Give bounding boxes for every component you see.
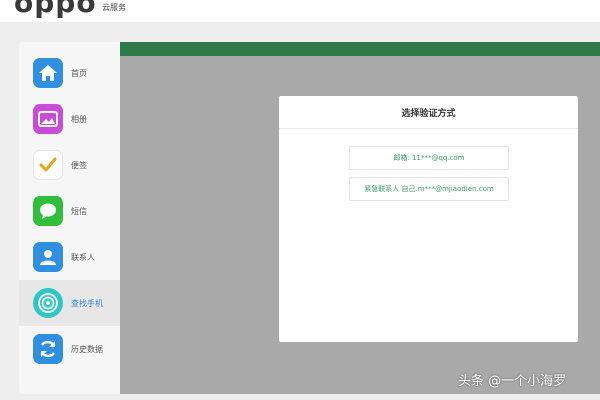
main-content-overlay: 选择验证方式 邮箱: 11***@qq.com 紧急联系人 自己.m***@mj… [120, 42, 600, 394]
sidebar-item-messages[interactable]: 短信 [19, 188, 120, 234]
top-accent-bar [120, 42, 600, 56]
note-check-icon [33, 150, 63, 180]
sidebar-item-label: 相册 [71, 114, 87, 124]
sidebar: 首页 相册 便签 短信 联系人 查找手机 历史数据 [19, 42, 120, 394]
app-header: oppo 云服务 [0, 0, 600, 22]
verify-option-email[interactable]: 邮箱: 11***@qq.com [349, 146, 509, 170]
history-sync-icon [33, 334, 63, 364]
home-icon [33, 58, 63, 88]
sidebar-item-label: 历史数据 [71, 344, 103, 354]
dialog-title: 选择验证方式 [401, 109, 456, 119]
oppo-logo: oppo [14, 0, 97, 19]
sidebar-item-notes[interactable]: 便签 [19, 142, 120, 188]
header-subtitle: 云服务 [102, 3, 126, 12]
sidebar-item-label: 便签 [71, 160, 87, 170]
sidebar-item-label: 短信 [71, 206, 87, 216]
sidebar-item-label: 首页 [71, 68, 87, 78]
message-icon [33, 196, 63, 226]
sidebar-item-label: 联系人 [71, 252, 95, 262]
watermark: 头条 @一个小海罗 [458, 374, 567, 389]
sidebar-item-home[interactable]: 首页 [19, 50, 120, 96]
verify-option-emergency-contact[interactable]: 紧急联系人 自己.m***@mjiaodien.com [349, 177, 509, 201]
verification-dialog: 选择验证方式 邮箱: 11***@qq.com 紧急联系人 自己.m***@mj… [279, 96, 578, 342]
photo-icon [33, 104, 63, 134]
sidebar-item-label: 查找手机 [71, 298, 103, 308]
contact-icon [33, 242, 63, 272]
sidebar-item-contacts[interactable]: 联系人 [19, 234, 120, 280]
find-phone-icon [33, 288, 63, 318]
dialog-divider [279, 128, 578, 129]
sidebar-item-photos[interactable]: 相册 [19, 96, 120, 142]
sidebar-item-find-phone[interactable]: 查找手机 [19, 280, 120, 326]
sidebar-item-history[interactable]: 历史数据 [19, 326, 120, 372]
